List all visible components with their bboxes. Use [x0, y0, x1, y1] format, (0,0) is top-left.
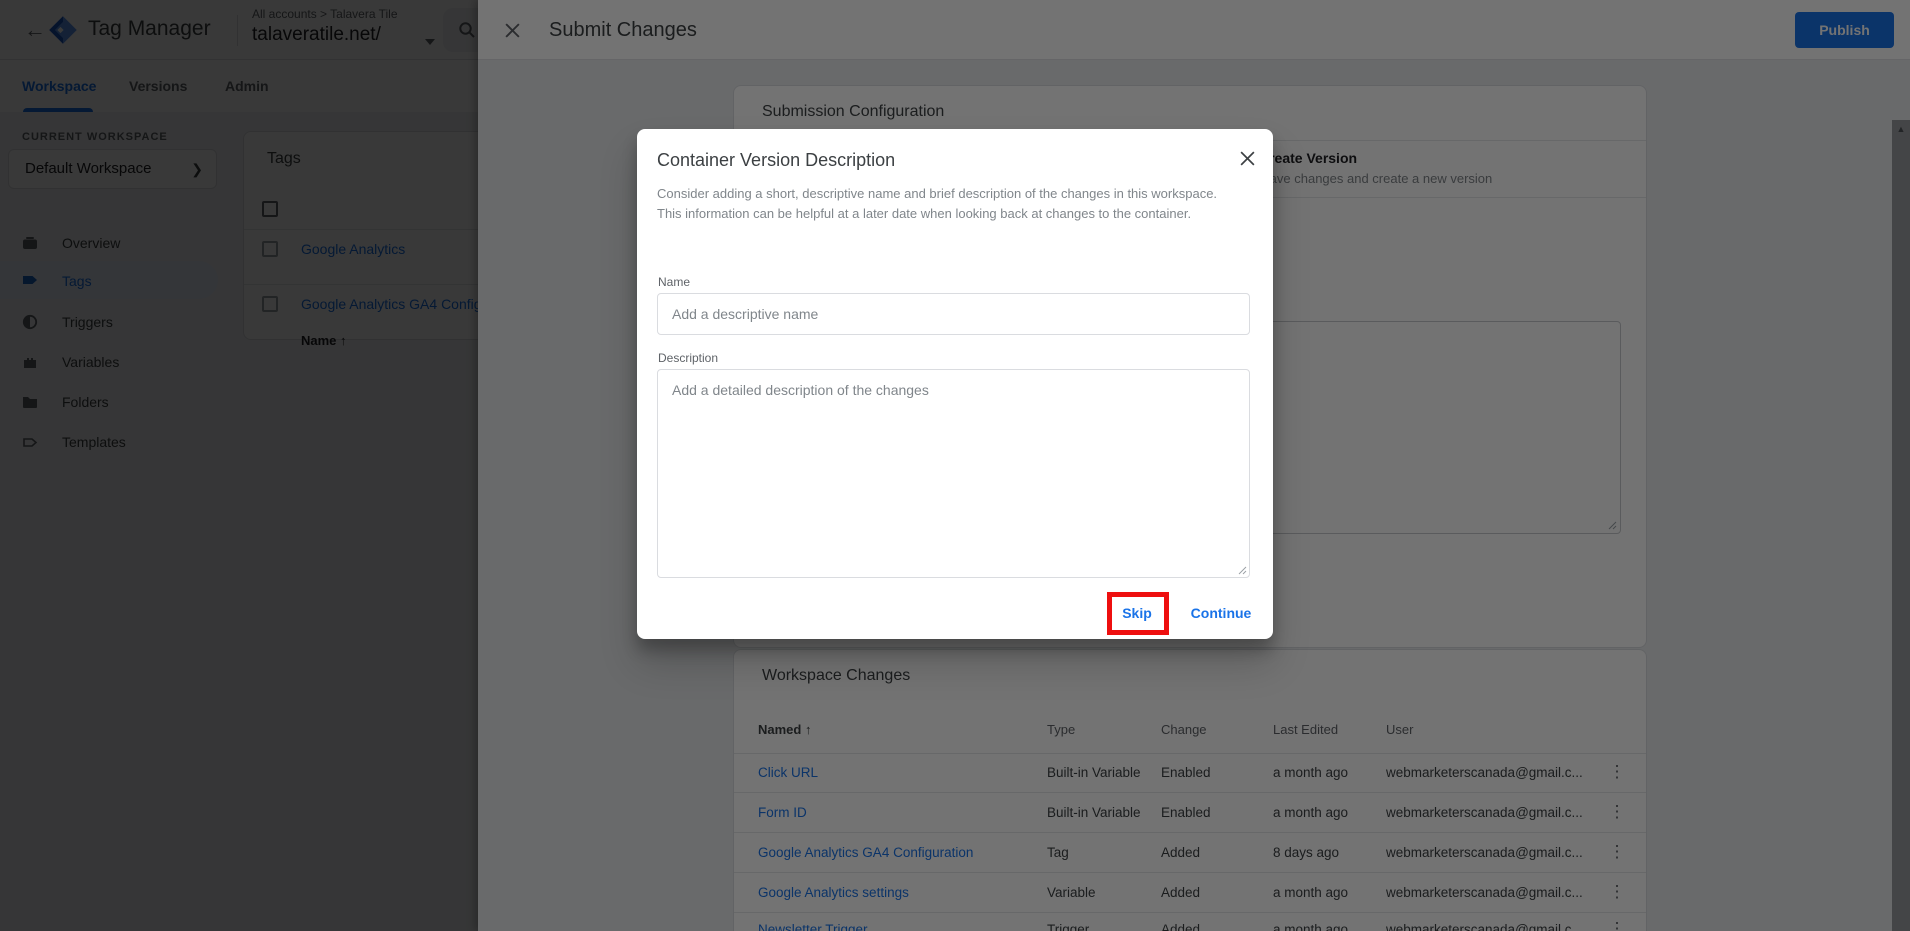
version-name-input[interactable] — [657, 293, 1250, 335]
close-icon[interactable] — [1239, 150, 1256, 167]
dialog-title: Container Version Description — [657, 150, 895, 171]
version-description-input[interactable] — [657, 369, 1250, 578]
skip-button[interactable]: Skip — [1107, 595, 1167, 631]
name-field-label: Name — [658, 275, 690, 289]
description-field-label: Description — [658, 351, 718, 365]
resize-grip-icon[interactable] — [1237, 565, 1247, 575]
gtm-screen: ← Tag Manager All accounts > Talavera Ti… — [0, 0, 1910, 931]
continue-button[interactable]: Continue — [1180, 595, 1262, 631]
container-version-description-dialog: Container Version Description Consider a… — [637, 129, 1273, 639]
dialog-description-text: Consider adding a short, descriptive nam… — [657, 184, 1237, 224]
